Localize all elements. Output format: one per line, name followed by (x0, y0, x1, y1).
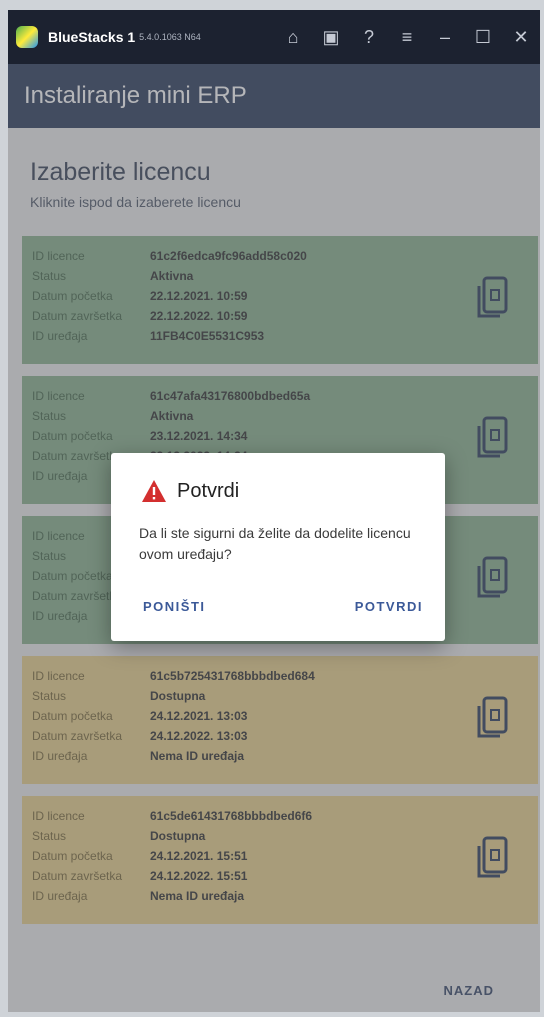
help-icon[interactable]: ? (350, 10, 388, 64)
confirm-button[interactable]: POTVRDI (355, 599, 423, 614)
close-icon[interactable]: ✕ (502, 10, 540, 64)
emulator-title: BlueStacks 1 (48, 29, 136, 45)
warning-icon (142, 480, 166, 502)
home-icon[interactable]: ⌂ (274, 10, 312, 64)
minimize-icon[interactable]: – (426, 10, 464, 64)
emulator-frame: BlueStacks 1 5.4.0.1063 N64 ⌂ ▣ ? ≡ – ☐ … (8, 10, 540, 1012)
dialog-title: Potvrdi (177, 479, 240, 502)
maximize-icon[interactable]: ☐ (464, 10, 502, 64)
windows-icon[interactable]: ▣ (312, 10, 350, 64)
emulator-version: 5.4.0.1063 N64 (139, 32, 201, 42)
dialog-message: Da li ste sigurni da želite da dodelite … (139, 525, 411, 562)
window-controls: ⌂ ▣ ? ≡ – ☐ ✕ (274, 10, 540, 64)
bluestacks-logo-icon (16, 26, 38, 48)
cancel-button[interactable]: PONIŠTI (143, 599, 206, 614)
menu-icon[interactable]: ≡ (388, 10, 426, 64)
dialog-header: Potvrdi (141, 479, 239, 503)
confirm-dialog: Potvrdi Da li ste sigurni da želite da d… (111, 453, 445, 641)
bluestacks-titlebar: BlueStacks 1 5.4.0.1063 N64 ⌂ ▣ ? ≡ – ☐ … (8, 10, 540, 64)
